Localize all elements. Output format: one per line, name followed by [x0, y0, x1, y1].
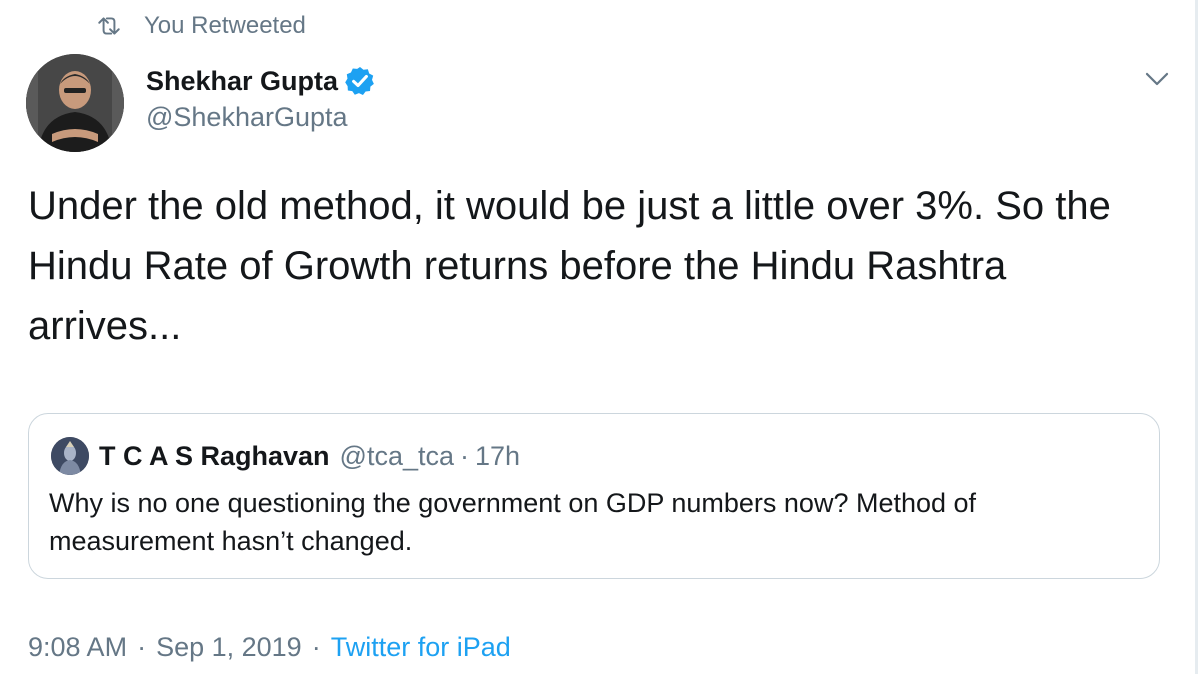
avatar[interactable]: [26, 54, 124, 152]
tweet-date[interactable]: Sep 1, 2019: [156, 632, 302, 662]
meta-separator: ·: [311, 632, 321, 662]
author-block: Shekhar Gupta @ShekharGupta: [146, 62, 376, 133]
tweet-card: You Retweeted Shekhar Gupta @ShekharGupt…: [0, 0, 1198, 674]
chevron-down-icon[interactable]: [1142, 64, 1172, 94]
tweet-source-link[interactable]: Twitter for iPad: [331, 632, 511, 662]
quoted-tweet[interactable]: T C A S Raghavan @tca_tca · 17h Why is n…: [28, 413, 1160, 579]
quoted-timestamp: 17h: [475, 440, 521, 471]
tweet-metadata: 9:08 AM · Sep 1, 2019 · Twitter for iPad: [28, 632, 511, 663]
author-handle[interactable]: @ShekharGupta: [146, 102, 376, 133]
quoted-author-handle: @tca_tca: [339, 440, 455, 471]
quoted-tweet-header: T C A S Raghavan @tca_tca · 17h: [51, 436, 520, 476]
quoted-tweet-text: Why is no one questioning the government…: [49, 488, 977, 556]
verified-badge-icon: [345, 67, 374, 95]
retweet-label: You Retweeted: [144, 12, 306, 39]
quoted-separator: ·: [460, 440, 470, 471]
author-name-row: Shekhar Gupta: [146, 62, 376, 100]
retweet-indicator: You Retweeted: [96, 10, 306, 42]
author-name[interactable]: Shekhar Gupta: [146, 66, 338, 97]
quoted-avatar: [51, 437, 89, 475]
retweet-icon: [98, 17, 120, 35]
meta-separator: ·: [137, 632, 147, 662]
tweet-time[interactable]: 9:08 AM: [28, 632, 127, 662]
quoted-author-name: T C A S Raghavan: [99, 440, 330, 471]
tweet-text: Under the old method, it would be just a…: [28, 184, 1111, 348]
